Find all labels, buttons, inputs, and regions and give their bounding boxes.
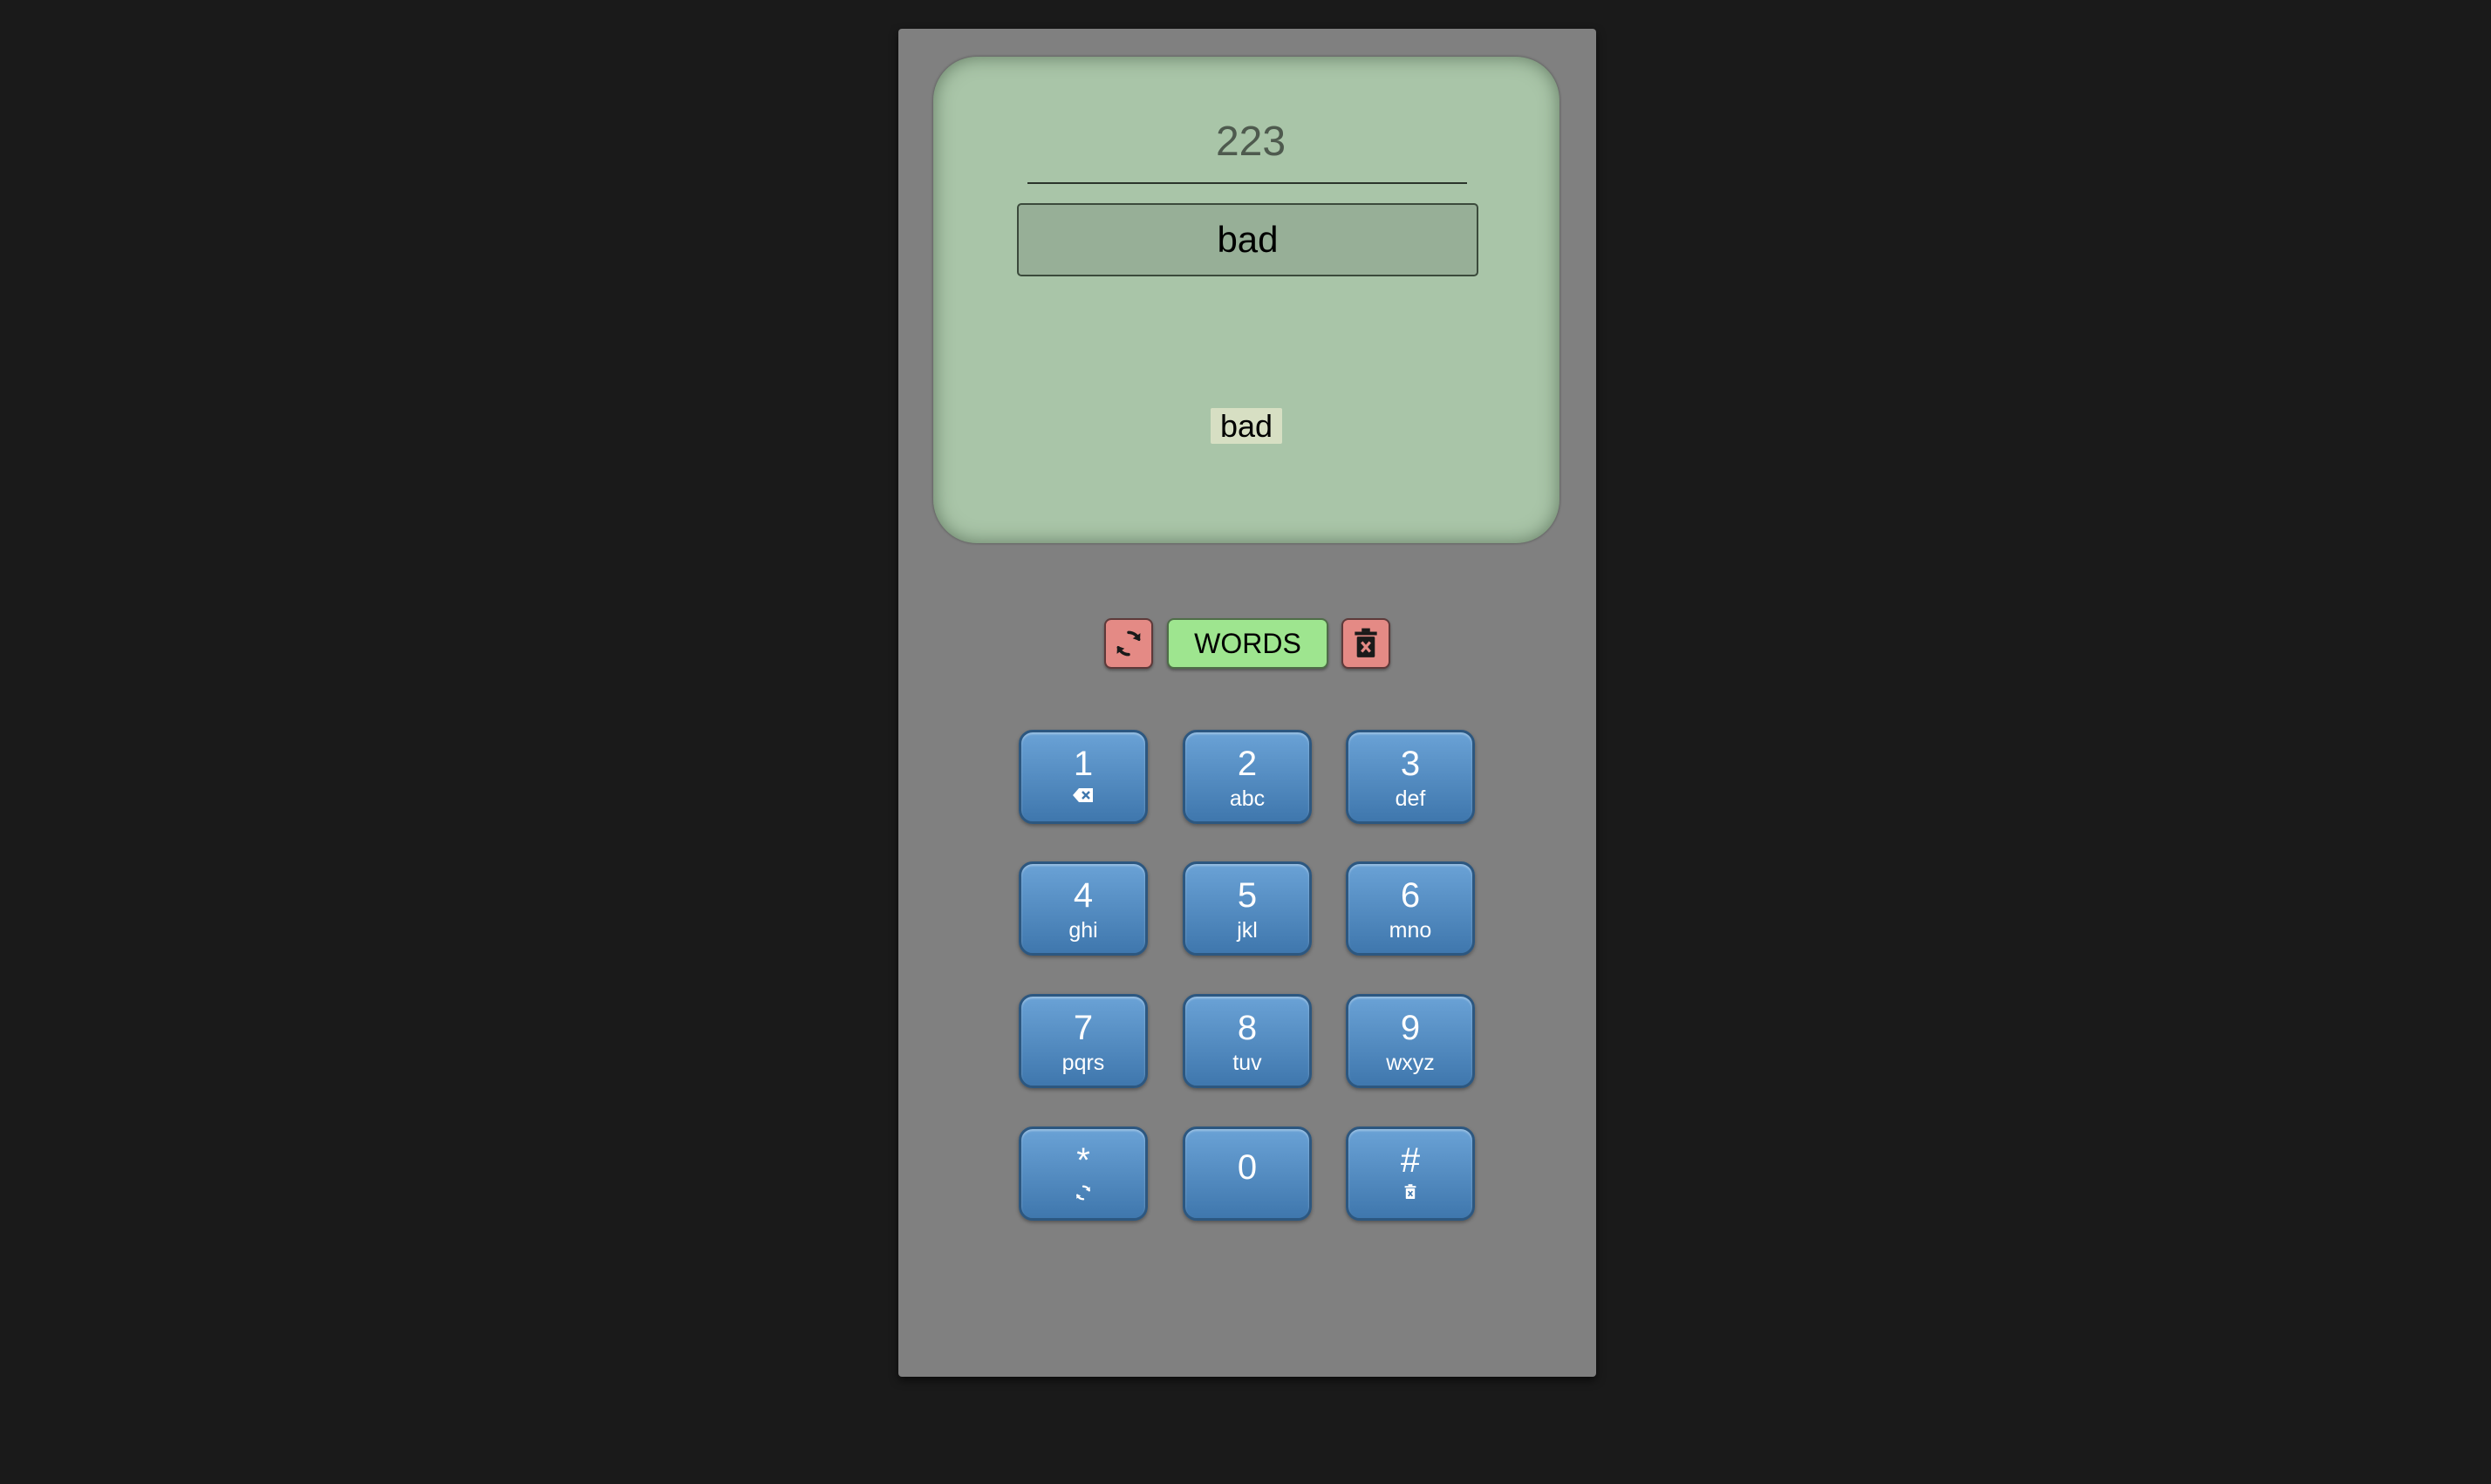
key-star[interactable]: *	[1019, 1127, 1148, 1221]
digit-underline	[1027, 182, 1467, 184]
trash-icon	[1404, 1184, 1416, 1199]
refresh-icon	[1076, 1185, 1090, 1201]
key-letters: jkl	[1237, 918, 1258, 943]
key-number: 6	[1400, 876, 1421, 915]
key-number: 1	[1073, 745, 1094, 783]
phone-body: 223 bad bad WORDS 1 2 abc 3 def 4 ghi 5 …	[898, 29, 1596, 1377]
key-4[interactable]: 4 ghi	[1019, 861, 1148, 956]
key-3[interactable]: 3 def	[1346, 730, 1475, 824]
key-number: 3	[1400, 745, 1421, 783]
key-2[interactable]: 2 abc	[1183, 730, 1312, 824]
key-letters: wxyz	[1386, 1051, 1435, 1075]
key-5[interactable]: 5 jkl	[1183, 861, 1312, 956]
key-7[interactable]: 7 pqrs	[1019, 994, 1148, 1088]
key-letters: pqrs	[1061, 1051, 1105, 1075]
trash-icon	[1355, 628, 1377, 657]
digit-sequence: 223	[1215, 119, 1286, 165]
key-number: 0	[1237, 1148, 1258, 1187]
control-bar: WORDS	[898, 618, 1596, 672]
refresh-icon	[1116, 630, 1141, 657]
key-number: 5	[1237, 876, 1258, 915]
display-screen: 223 bad bad	[933, 57, 1559, 543]
key-number: 2	[1237, 745, 1258, 783]
key-number: 8	[1237, 1009, 1258, 1047]
current-word: bad	[1217, 219, 1279, 260]
key-number: 9	[1400, 1009, 1421, 1047]
key-number: 7	[1073, 1009, 1094, 1047]
key-number: *	[1076, 1141, 1090, 1180]
clear-button[interactable]	[1341, 618, 1390, 669]
key-8[interactable]: 8 tuv	[1183, 994, 1312, 1088]
key-letters: mno	[1389, 918, 1432, 943]
refresh-button[interactable]	[1104, 618, 1153, 669]
key-letters: ghi	[1068, 918, 1098, 943]
key-letters: def	[1395, 786, 1426, 811]
key-9[interactable]: 9 wxyz	[1346, 994, 1475, 1088]
key-hash[interactable]: #	[1346, 1127, 1475, 1221]
key-number: 4	[1073, 876, 1094, 915]
key-letters: abc	[1229, 786, 1266, 811]
candidate-word[interactable]: bad	[1211, 408, 1282, 444]
key-1[interactable]: 1	[1019, 730, 1148, 824]
key-6[interactable]: 6 mno	[1346, 861, 1475, 956]
backspace-icon	[1073, 788, 1093, 802]
key-letters: tuv	[1232, 1051, 1262, 1075]
words-mode-button[interactable]: WORDS	[1167, 618, 1328, 669]
current-word-box: bad	[1017, 203, 1478, 276]
key-number: #	[1400, 1141, 1421, 1180]
key-0[interactable]: 0	[1183, 1127, 1312, 1221]
